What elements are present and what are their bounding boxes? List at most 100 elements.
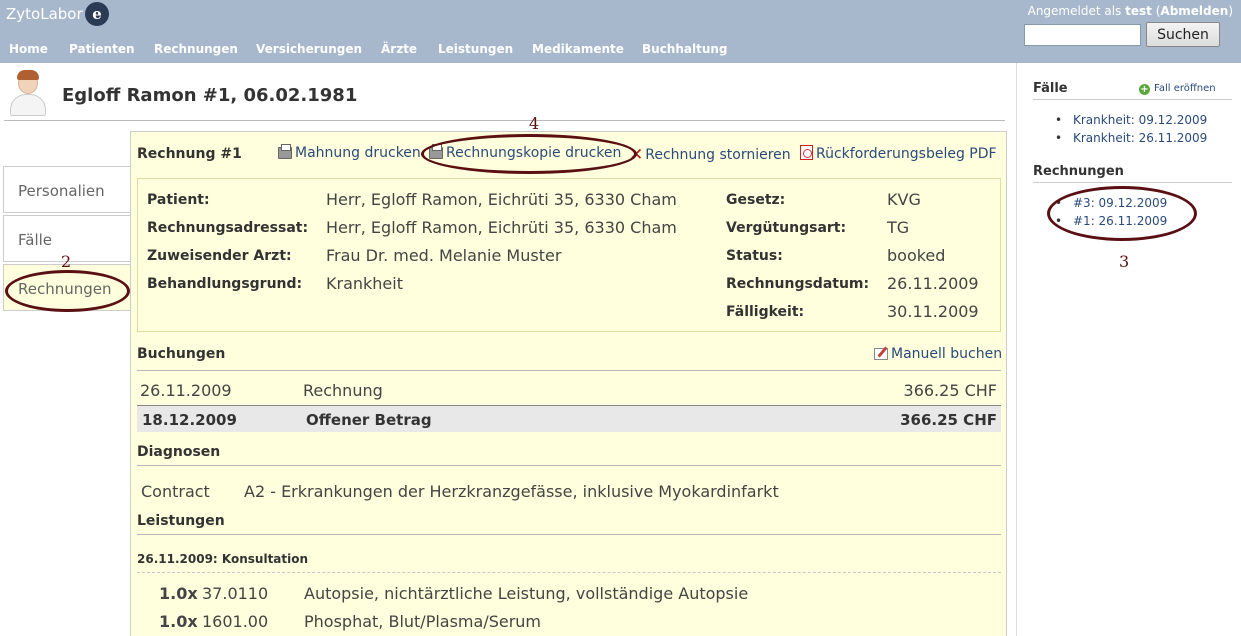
info-label: Vergütungsart: xyxy=(726,220,847,236)
info-label: Status: xyxy=(726,248,783,264)
total-row: 18.12.2009 Offener Betrag 366.25 CHF xyxy=(137,405,1001,432)
edit-icon xyxy=(874,348,888,360)
brand-name[interactable]: ZytoLabor xyxy=(6,5,83,23)
section-divider xyxy=(137,465,1001,466)
nav-doctors[interactable]: Ärzte xyxy=(381,42,417,56)
info-value: 30.11.2009 xyxy=(887,302,979,321)
sidebar-divider xyxy=(1033,182,1232,183)
manual-booking-label: Manuell buchen xyxy=(891,346,1003,362)
annotation-number: 4 xyxy=(529,114,540,133)
total-text: Offener Betrag xyxy=(306,411,432,429)
tab-label: Personalien xyxy=(18,182,105,200)
manual-booking-link[interactable]: Manuell buchen xyxy=(874,346,1002,362)
open-case-label: Fall eröffnen xyxy=(1154,83,1216,94)
open-case-link[interactable]: + Fall eröffnen xyxy=(1139,83,1216,95)
patient-avatar-icon xyxy=(6,70,50,116)
print-reminder-label: Mahnung drucken xyxy=(295,145,421,161)
service-group-title: 26.11.2009: Konsultation xyxy=(137,552,309,566)
info-value: 26.11.2009 xyxy=(887,274,979,293)
logout-link[interactable]: Abmelden xyxy=(1160,4,1228,18)
nav-home[interactable]: Home xyxy=(9,42,48,56)
invoices-title: Rechnungen xyxy=(1033,164,1124,179)
logged-in-label: Angemeldet als xyxy=(1027,4,1122,18)
info-label: Fälligkeit: xyxy=(726,304,805,320)
service-text: Autopsie, nichtärztliche Leistung, volls… xyxy=(304,584,749,603)
info-label: Patient: xyxy=(147,192,210,208)
username: test xyxy=(1125,4,1152,18)
top-header: ZytoLabor e Angemeldet als test (Abmelde… xyxy=(0,0,1241,63)
booking-amount: 366.25 CHF xyxy=(903,381,997,400)
info-value: TG xyxy=(887,218,910,237)
diagnosis-text: A2 - Erkrankungen der Herzkranzgefässe, … xyxy=(244,482,779,501)
case-link[interactable]: Krankheit: 09.12.2009 xyxy=(1055,113,1208,127)
invoice-panel: Rechnung #1 Mahnung drucken Rechnungskop… xyxy=(130,131,1007,636)
brand-logo-icon[interactable]: e xyxy=(85,2,109,26)
printer-icon xyxy=(278,144,292,159)
nav-invoices[interactable]: Rechnungen xyxy=(154,42,238,56)
info-label: Rechnungsdatum: xyxy=(726,276,870,292)
info-label: Zuweisender Arzt: xyxy=(147,248,292,264)
info-label: Gesetz: xyxy=(726,192,786,208)
section-divider xyxy=(137,370,1001,371)
service-qty: 1.0x xyxy=(159,584,198,603)
print-reminder-link[interactable]: Mahnung drucken xyxy=(278,144,421,161)
annotation-number: 2 xyxy=(61,252,72,271)
info-value: Frau Dr. med. Melanie Muster xyxy=(326,246,562,265)
cases-title: Fälle xyxy=(1033,81,1068,96)
info-value: Herr, Egloff Ramon, Eichrüti 35, 6330 Ch… xyxy=(326,190,677,209)
nav-medications[interactable]: Medikamente xyxy=(532,42,624,56)
status-value: booked xyxy=(887,246,946,265)
title-divider xyxy=(4,120,1005,121)
diagnosis-type: Contract xyxy=(141,482,210,501)
annotation-number: 3 xyxy=(1119,252,1130,271)
pdf-icon xyxy=(800,145,813,160)
table-row: Contract A2 - Erkrankungen der Herzkranz… xyxy=(137,478,1001,505)
nav-insurances[interactable]: Versicherungen xyxy=(256,42,362,56)
nav-patients[interactable]: Patienten xyxy=(69,42,135,56)
total-date: 18.12.2009 xyxy=(142,411,237,429)
info-label: Rechnungsadressat: xyxy=(147,220,309,236)
nav-accounting[interactable]: Buchhaltung xyxy=(642,42,728,56)
annotation-ellipse xyxy=(5,270,130,312)
table-row: 1.0x 1601.00 Phosphat, Blut/Plasma/Serum xyxy=(137,608,1001,635)
booking-date: 26.11.2009 xyxy=(140,381,232,400)
annotation-ellipse xyxy=(421,134,637,174)
service-text: Phosphat, Blut/Plasma/Serum xyxy=(304,612,542,631)
case-link-label: Krankheit: 26.11.2009 xyxy=(1073,131,1208,145)
info-value: Krankheit xyxy=(326,274,403,293)
case-link-label: Krankheit: 09.12.2009 xyxy=(1073,113,1208,127)
page-title: Egloff Ramon #1, 06.02.1981 xyxy=(62,85,358,106)
services-title: Leistungen xyxy=(137,513,225,529)
info-label: Behandlungsgrund: xyxy=(147,276,303,292)
service-code: 37.0110 xyxy=(202,584,269,603)
login-info: Angemeldet als test (Abmelden) xyxy=(1027,4,1233,18)
tab-personalien[interactable]: Personalien xyxy=(3,166,130,213)
booking-text: Rechnung xyxy=(303,381,383,400)
cancel-invoice-label: Rechnung stornieren xyxy=(645,147,791,163)
table-row: 1.0x 37.0110 Autopsie, nichtärztliche Le… xyxy=(137,580,1001,607)
nav-services[interactable]: Leistungen xyxy=(438,42,513,56)
sidebar-divider xyxy=(1033,99,1232,100)
case-link[interactable]: Krankheit: 26.11.2009 xyxy=(1055,131,1208,145)
service-code: 1601.00 xyxy=(202,612,269,631)
cancel-invoice-link[interactable]: ✕ Rechnung stornieren xyxy=(629,145,791,165)
diagnoses-title: Diagnosen xyxy=(137,444,221,460)
search-input[interactable] xyxy=(1024,24,1141,46)
plus-icon: + xyxy=(1139,84,1150,95)
refund-pdf-link[interactable]: Rückforderungsbeleg PDF xyxy=(800,145,997,162)
invoice-info-box: Patient: Herr, Egloff Ramon, Eichrüti 35… xyxy=(137,178,1001,332)
section-divider xyxy=(137,534,1001,535)
total-amount: 366.25 CHF xyxy=(900,411,997,429)
dashed-divider xyxy=(137,572,1001,573)
table-row: 26.11.2009 Rechnung 366.25 CHF xyxy=(137,377,1001,404)
invoice-title: Rechnung #1 xyxy=(137,146,242,162)
refund-pdf-label: Rückforderungsbeleg PDF xyxy=(816,146,997,162)
service-qty: 1.0x xyxy=(159,612,198,631)
annotation-ellipse xyxy=(1047,186,1197,241)
right-sidebar xyxy=(1016,63,1241,636)
bookings-title: Buchungen xyxy=(137,346,226,362)
tab-label: Fälle xyxy=(18,231,53,249)
search-button[interactable]: Suchen xyxy=(1146,22,1220,47)
info-value: KVG xyxy=(887,190,921,209)
info-value: Herr, Egloff Ramon, Eichrüti 35, 6330 Ch… xyxy=(326,218,677,237)
